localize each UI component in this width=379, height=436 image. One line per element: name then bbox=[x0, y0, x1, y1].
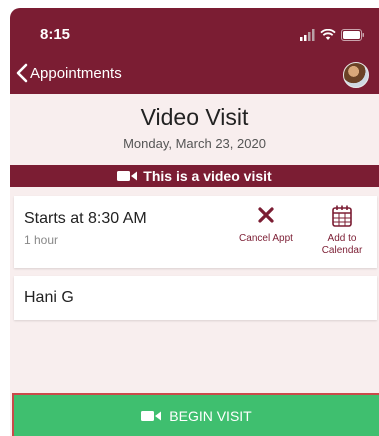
signal-icon bbox=[300, 29, 315, 41]
video-visit-banner: This is a video visit bbox=[10, 165, 379, 187]
status-time: 8:15 bbox=[40, 26, 71, 43]
cancel-appointment-button[interactable]: Cancel Appt bbox=[230, 206, 302, 245]
add-to-calendar-label-line2: Calendar bbox=[321, 245, 363, 256]
begin-visit-button[interactable]: BEGIN VISIT bbox=[12, 393, 379, 436]
add-to-calendar-label-line1: Add to bbox=[327, 233, 357, 244]
battery-icon bbox=[341, 29, 364, 41]
chevron-left-icon bbox=[16, 63, 28, 83]
begin-visit-label: BEGIN VISIT bbox=[169, 407, 252, 424]
calendar-icon bbox=[332, 205, 352, 227]
back-label: Appointments bbox=[30, 64, 122, 82]
appointment-start-time: Starts at 8:30 AM bbox=[24, 210, 147, 227]
video-camera-icon bbox=[141, 410, 162, 421]
close-icon bbox=[258, 207, 274, 223]
app-screen: 8:15 Appointments Video Visit Monday, Ma… bbox=[10, 8, 379, 436]
appointment-card: Starts at 8:30 AM 1 hour Cancel Appt Add… bbox=[14, 196, 377, 268]
provider-name: Hani G bbox=[24, 289, 74, 306]
cancel-appointment-label: Cancel Appt bbox=[239, 233, 293, 244]
video-camera-icon bbox=[117, 171, 138, 181]
provider-card: Hani G bbox=[14, 276, 377, 320]
add-to-calendar-button[interactable]: Add to Calendar bbox=[314, 204, 370, 257]
back-button[interactable]: Appointments bbox=[16, 63, 122, 83]
nav-bar: Appointments bbox=[10, 56, 379, 94]
wifi-icon bbox=[320, 29, 336, 40]
page-title: Video Visit bbox=[140, 104, 249, 130]
status-icons bbox=[299, 29, 365, 41]
status-bar: 8:15 bbox=[10, 8, 379, 56]
video-banner-text: This is a video visit bbox=[143, 168, 272, 184]
avatar[interactable] bbox=[343, 62, 369, 88]
visit-date: Monday, March 23, 2020 bbox=[123, 136, 266, 151]
appointment-duration: 1 hour bbox=[24, 233, 59, 247]
